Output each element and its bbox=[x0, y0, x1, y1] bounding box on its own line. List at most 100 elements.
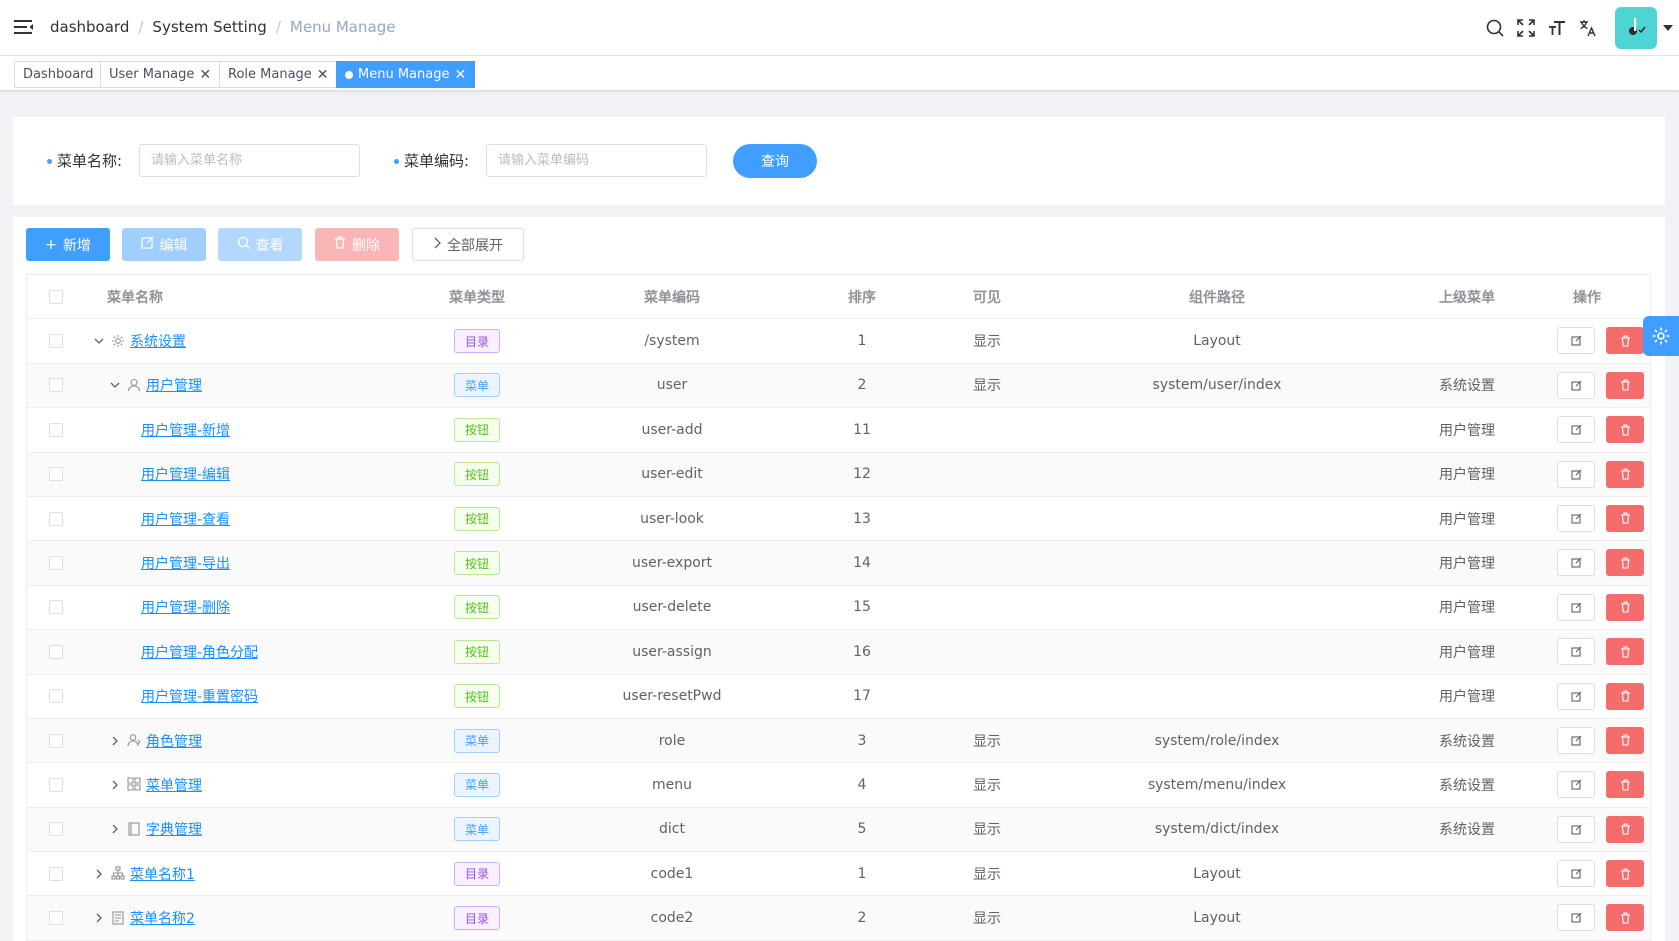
table-header: 菜单名称 菜单类型 菜单编码 排序 可见 组件路径 上级菜单 操作 bbox=[27, 275, 1650, 320]
menu-name-link[interactable]: 用户管理-导出 bbox=[141, 553, 230, 573]
row-checkbox[interactable] bbox=[49, 644, 63, 659]
row-edit-button[interactable] bbox=[1557, 771, 1595, 799]
menu-name-link[interactable]: 用户管理-角色分配 bbox=[141, 642, 258, 662]
add-button[interactable]: + 新增 bbox=[26, 228, 110, 261]
menu-name-link[interactable]: 用户管理 bbox=[146, 375, 202, 395]
tag-menu-manage[interactable]: Menu Manage ✕ bbox=[336, 61, 476, 88]
search-icon[interactable] bbox=[1479, 16, 1510, 40]
row-delete-button[interactable] bbox=[1606, 327, 1644, 355]
row-delete-button[interactable] bbox=[1606, 726, 1644, 754]
row-checkbox[interactable] bbox=[49, 511, 63, 526]
row-delete-button[interactable] bbox=[1606, 638, 1644, 666]
select-all-checkbox[interactable] bbox=[49, 289, 63, 304]
row-delete-button[interactable] bbox=[1606, 460, 1644, 488]
row-edit-button[interactable] bbox=[1557, 416, 1595, 444]
row-delete-button[interactable] bbox=[1606, 815, 1644, 843]
row-delete-button[interactable] bbox=[1606, 860, 1644, 888]
row-checkbox[interactable] bbox=[49, 689, 63, 704]
row-checkbox[interactable] bbox=[49, 467, 63, 482]
row-delete-button[interactable] bbox=[1606, 371, 1644, 399]
row-delete-button[interactable] bbox=[1606, 771, 1644, 799]
tag-dashboard[interactable]: Dashboard bbox=[14, 61, 103, 88]
row-delete-button[interactable] bbox=[1606, 682, 1644, 710]
menu-name-link[interactable]: 用户管理-删除 bbox=[141, 597, 230, 617]
row-checkbox[interactable] bbox=[49, 378, 63, 393]
column-header-path[interactable]: 组件路径 bbox=[1097, 275, 1337, 318]
menu-name-link[interactable]: 菜单名称1 bbox=[130, 864, 195, 884]
settings-gear-button[interactable] bbox=[1643, 316, 1679, 356]
row-edit-button[interactable] bbox=[1557, 860, 1595, 888]
row-checkbox[interactable] bbox=[49, 334, 63, 349]
column-header-parent[interactable]: 上级菜单 bbox=[1417, 275, 1517, 318]
row-edit-button[interactable] bbox=[1557, 504, 1595, 532]
query-button[interactable]: 查询 bbox=[733, 144, 817, 178]
row-delete-button[interactable] bbox=[1606, 904, 1644, 932]
delete-button[interactable]: 删除 bbox=[315, 228, 399, 261]
chevron-right-icon[interactable] bbox=[93, 912, 105, 924]
expand-all-button[interactable]: 全部展开 bbox=[412, 228, 524, 261]
column-header-order[interactable]: 排序 bbox=[827, 275, 897, 318]
menu-name-link[interactable]: 用户管理-查看 bbox=[141, 509, 230, 529]
menu-name-link[interactable]: 用户管理-新增 bbox=[141, 420, 230, 440]
hamburger-icon[interactable] bbox=[14, 18, 34, 36]
row-checkbox[interactable] bbox=[49, 822, 63, 837]
menu-name-link[interactable]: 菜单名称2 bbox=[130, 908, 195, 928]
row-edit-button[interactable] bbox=[1557, 593, 1595, 621]
menu-name-input[interactable] bbox=[139, 144, 360, 177]
row-delete-button[interactable] bbox=[1606, 549, 1644, 577]
menu-name-link[interactable]: 字典管理 bbox=[146, 819, 202, 839]
breadcrumb-item-dashboard[interactable]: dashboard bbox=[50, 18, 129, 36]
font-size-icon[interactable] bbox=[1541, 16, 1572, 40]
row-checkbox[interactable] bbox=[49, 777, 63, 792]
fullscreen-icon[interactable] bbox=[1510, 16, 1541, 40]
row-checkbox[interactable] bbox=[49, 866, 63, 881]
row-checkbox[interactable] bbox=[49, 600, 63, 615]
row-edit-button[interactable] bbox=[1557, 638, 1595, 666]
chevron-right-icon[interactable] bbox=[109, 779, 121, 791]
row-checkbox[interactable] bbox=[49, 422, 63, 437]
breadcrumb-item-system-setting[interactable]: System Setting bbox=[152, 18, 266, 36]
row-edit-button[interactable] bbox=[1557, 460, 1595, 488]
menu-name-link[interactable]: 系统设置 bbox=[130, 331, 186, 351]
column-header-code[interactable]: 菜单编码 bbox=[587, 275, 757, 318]
chevron-right-icon[interactable] bbox=[109, 735, 121, 747]
row-checkbox[interactable] bbox=[49, 733, 63, 748]
column-header-name[interactable]: 菜单名称 bbox=[107, 275, 163, 318]
chevron-down-icon[interactable] bbox=[109, 379, 121, 391]
chevron-right-icon[interactable] bbox=[93, 868, 105, 880]
menu-code-input[interactable] bbox=[486, 144, 707, 177]
chevron-down-icon[interactable] bbox=[93, 335, 105, 347]
caret-down-icon[interactable] bbox=[1657, 25, 1679, 31]
column-header-visible[interactable]: 可见 bbox=[957, 275, 1017, 318]
menu-name-link[interactable]: 用户管理-重置密码 bbox=[141, 686, 258, 706]
row-edit-button[interactable] bbox=[1557, 327, 1595, 355]
row-edit-button[interactable] bbox=[1557, 682, 1595, 710]
menu-name-link[interactable]: 角色管理 bbox=[146, 731, 202, 751]
chevron-right-icon[interactable] bbox=[109, 823, 121, 835]
visible-cell: 显示 bbox=[973, 911, 1001, 928]
close-icon[interactable]: ✕ bbox=[454, 67, 466, 83]
tag-user-manage[interactable]: User Manage ✕ bbox=[100, 61, 221, 88]
row-edit-button[interactable] bbox=[1557, 371, 1595, 399]
translate-icon[interactable] bbox=[1572, 16, 1603, 40]
close-icon[interactable]: ✕ bbox=[317, 67, 329, 83]
row-checkbox[interactable] bbox=[49, 911, 63, 926]
view-button[interactable]: 查看 bbox=[218, 228, 302, 261]
column-header-type[interactable]: 菜单类型 bbox=[417, 275, 537, 318]
avatar[interactable] bbox=[1615, 7, 1657, 49]
tag-role-manage[interactable]: Role Manage ✕ bbox=[219, 61, 338, 88]
row-checkbox[interactable] bbox=[49, 556, 63, 571]
row-edit-button[interactable] bbox=[1557, 904, 1595, 932]
menu-name-link[interactable]: 菜单管理 bbox=[146, 775, 202, 795]
close-icon[interactable]: ✕ bbox=[199, 67, 211, 83]
row-edit-button[interactable] bbox=[1557, 549, 1595, 577]
edit-button[interactable]: 编辑 bbox=[122, 228, 206, 261]
row-delete-button[interactable] bbox=[1606, 593, 1644, 621]
row-delete-button[interactable] bbox=[1606, 504, 1644, 532]
row-delete-button[interactable] bbox=[1606, 416, 1644, 444]
menu-type-badge: 菜单 bbox=[453, 728, 500, 753]
menu-type-badge: 按钮 bbox=[453, 551, 500, 576]
row-edit-button[interactable] bbox=[1557, 726, 1595, 754]
row-edit-button[interactable] bbox=[1557, 815, 1595, 843]
menu-name-link[interactable]: 用户管理-编辑 bbox=[141, 464, 230, 484]
